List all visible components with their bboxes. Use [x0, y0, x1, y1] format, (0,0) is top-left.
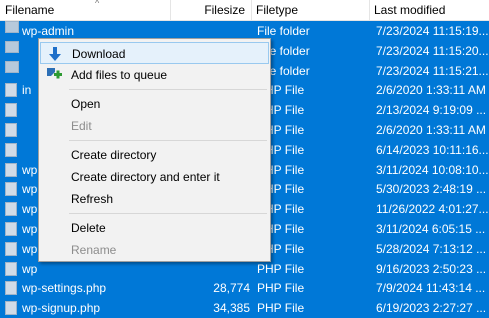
- php-file-icon: [5, 261, 17, 276]
- php-file-icon: [5, 142, 17, 157]
- menu-item-create-directory-enter[interactable]: Create directory and enter it: [40, 166, 269, 188]
- column-header-last-modified-label: Last modified: [374, 3, 446, 17]
- file-type: File folder: [257, 24, 310, 38]
- file-modified: 2/6/2020 1:33:11 AM: [376, 83, 486, 98]
- file-type: PHP File: [257, 162, 305, 177]
- file-modified: 7/23/2024 11:15:19...: [376, 24, 489, 38]
- file-modified: 3/11/2024 6:05:15 ...: [376, 221, 486, 236]
- column-header-filesize[interactable]: Filesize: [170, 0, 250, 20]
- menu-item-label: Edit: [71, 119, 92, 133]
- table-row[interactable]: wp-signup.php 34,385 PHP File 6/19/2023 2:2…: [0, 298, 489, 318]
- php-file-icon: [5, 241, 17, 256]
- file-modified: 7/23/2024 11:15:21...: [376, 63, 489, 78]
- file-type: PHP File: [257, 221, 305, 236]
- sort-ascending-icon: ^: [95, 0, 100, 8]
- menu-item-label: Refresh: [71, 192, 114, 206]
- folder-icon: [5, 21, 19, 33]
- file-size: 28,774: [213, 281, 250, 296]
- file-type: PHP File: [257, 301, 305, 316]
- file-type: PHP File: [257, 182, 305, 197]
- file-modified: 5/28/2024 7:13:12 ...: [376, 241, 487, 256]
- php-file-icon: [5, 301, 17, 316]
- menu-separator: [69, 140, 267, 141]
- php-file-icon: [5, 83, 17, 98]
- file-modified: 7/23/2024 11:15:20...: [376, 43, 489, 58]
- column-header-filetype-label: Filetype: [256, 3, 299, 17]
- menu-item-delete[interactable]: Delete: [40, 217, 269, 239]
- file-type: PHP File: [257, 261, 305, 276]
- file-type: PHP File: [257, 241, 305, 256]
- file-modified: 7/9/2024 11:43:14 ...: [376, 281, 486, 296]
- menu-item-edit: Edit: [40, 115, 269, 137]
- menu-item-label: Rename: [71, 243, 117, 257]
- menu-item-create-directory[interactable]: Create directory: [40, 144, 269, 166]
- php-file-icon: [5, 202, 17, 217]
- file-type: File folder: [257, 63, 310, 78]
- menu-item-label: Download: [72, 47, 126, 61]
- file-modified: 5/30/2023 2:48:19 ...: [376, 182, 487, 197]
- column-header-filename-label: Filename: [5, 3, 55, 17]
- file-modified: 3/11/2024 10:08:10...: [376, 162, 489, 177]
- file-type: PHP File: [257, 142, 305, 157]
- menu-item-add-to-queue[interactable]: Add files to queue: [40, 64, 269, 86]
- menu-item-label: Open: [71, 97, 101, 111]
- file-type: PHP File: [257, 202, 305, 217]
- menu-item-label: Add files to queue: [71, 68, 168, 82]
- menu-separator: [69, 213, 267, 214]
- add-to-queue-icon: [47, 68, 62, 79]
- menu-item-label: Delete: [71, 221, 106, 235]
- file-modified: 9/16/2023 2:50:23 ...: [376, 261, 487, 276]
- menu-item-label: Create directory: [71, 148, 157, 162]
- context-menu: Download Add files to queue Open Edit Cr…: [38, 38, 271, 262]
- menu-item-refresh[interactable]: Refresh: [40, 188, 269, 210]
- file-modified: 6/19/2023 2:27:27 ...: [376, 301, 487, 316]
- download-arrow-icon: [49, 47, 61, 61]
- file-modified: 6/14/2023 10:11:16...: [376, 142, 489, 157]
- php-file-icon: [5, 221, 17, 236]
- php-file-icon: [5, 182, 17, 197]
- folder-icon: [5, 40, 19, 53]
- file-type: File folder: [257, 43, 310, 58]
- menu-item-open[interactable]: Open: [40, 93, 269, 115]
- php-file-icon: [5, 122, 17, 137]
- menu-item-download[interactable]: Download: [40, 42, 269, 64]
- column-header-filename[interactable]: Filename: [0, 0, 170, 20]
- file-list-header: Filename ^ Filesize Filetype Last modifi…: [0, 0, 489, 21]
- file-modified: 2/13/2024 9:19:09 ...: [376, 103, 487, 118]
- file-type: PHP File: [257, 122, 305, 137]
- table-row[interactable]: wp-settings.php 28,774 PHP File 7/9/2024 11…: [0, 278, 489, 299]
- php-file-icon: [5, 162, 17, 177]
- file-modified: 11/26/2022 4:01:27...: [376, 202, 489, 217]
- php-file-icon: [5, 281, 17, 296]
- column-header-filesize-label: Filesize: [204, 3, 245, 17]
- column-header-last-modified[interactable]: Last modified: [369, 0, 489, 20]
- menu-item-rename: Rename: [40, 239, 269, 261]
- file-type: PHP File: [257, 281, 305, 296]
- folder-icon: [5, 60, 19, 73]
- file-modified: 2/6/2020 1:33:11 AM: [376, 122, 486, 137]
- column-header-filetype[interactable]: Filetype: [251, 0, 369, 20]
- file-size: 34,385: [213, 301, 250, 316]
- menu-separator: [69, 89, 267, 90]
- php-file-icon: [5, 103, 17, 118]
- file-type: PHP File: [257, 83, 305, 98]
- menu-item-label: Create directory and enter it: [71, 170, 220, 184]
- file-type: PHP File: [257, 103, 305, 118]
